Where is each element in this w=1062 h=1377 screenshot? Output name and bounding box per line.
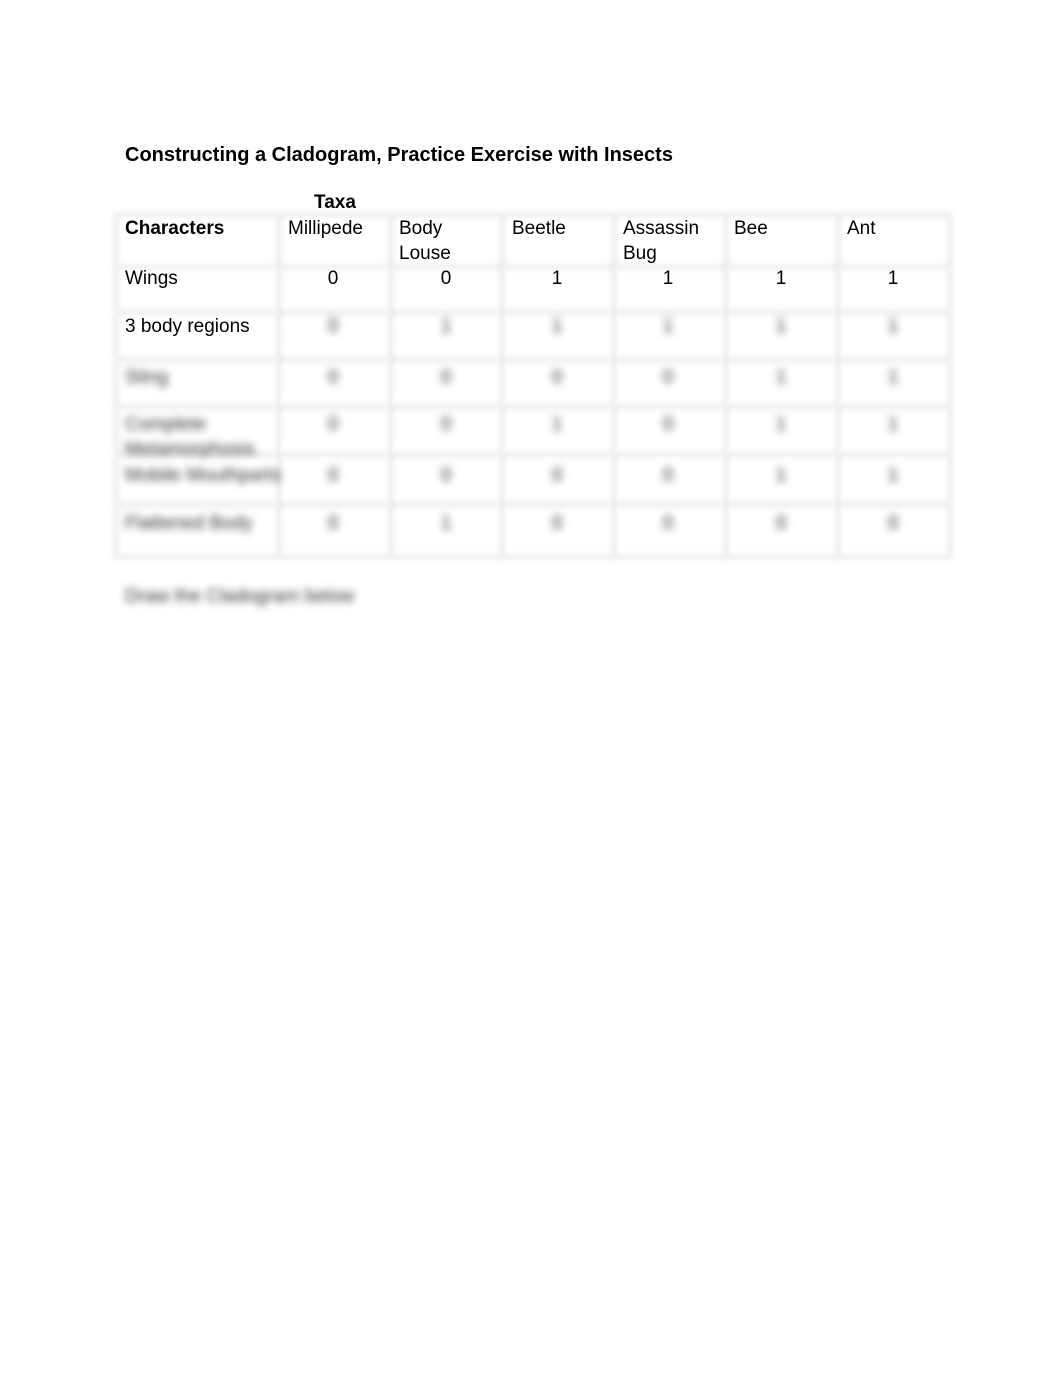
character-value: 1 (775, 414, 787, 435)
taxon-header: Body Louse (399, 218, 451, 264)
character-value: 1 (551, 316, 563, 337)
character-table (114, 212, 952, 560)
character-value: 0 (440, 367, 452, 388)
character-value: 1 (662, 316, 674, 337)
character-label: Sting (125, 367, 169, 388)
character-value: 0 (551, 465, 563, 486)
character-value: 0 (775, 513, 787, 534)
character-value: 1 (887, 414, 899, 435)
character-value: 1 (887, 316, 899, 337)
character-value: 0 (551, 367, 563, 388)
character-label: Wings (125, 268, 178, 289)
character-value: 0 (887, 513, 899, 534)
character-label: Mobile Mouthparts (125, 465, 282, 486)
character-label: Complete Metamorphosis (125, 414, 255, 460)
taxon-header: Assassin Bug (623, 218, 700, 264)
character-value: 0 (440, 414, 452, 435)
character-label: Flattened Body (125, 513, 253, 534)
character-value: 1 (887, 268, 899, 289)
character-value: 0 (327, 316, 339, 337)
character-value: 1 (775, 268, 787, 289)
character-value: 1 (775, 465, 787, 486)
document-title: Constructing a Cladogram, Practice Exerc… (125, 144, 673, 166)
instruction-text: Draw the Cladogram below (125, 586, 355, 607)
character-value: 1 (551, 268, 563, 289)
character-value: 0 (662, 367, 674, 388)
taxon-header: Beetle (512, 218, 566, 239)
character-value: 0 (327, 513, 339, 534)
character-value: 0 (440, 465, 452, 486)
taxon-header: Millipede (288, 218, 363, 239)
character-label: 3 body regions (125, 316, 250, 337)
character-value: 1 (887, 465, 899, 486)
character-value: 1 (775, 367, 787, 388)
character-value: 0 (327, 414, 339, 435)
character-value: 0 (327, 465, 339, 486)
character-value: 1 (440, 316, 452, 337)
character-value: 0 (551, 513, 563, 534)
taxa-label: Taxa (314, 192, 356, 213)
character-value: 1 (551, 414, 563, 435)
taxon-header: Bee (734, 218, 768, 239)
character-value: 0 (327, 268, 339, 289)
character-value: 1 (662, 268, 674, 289)
character-value: 0 (662, 414, 674, 435)
character-value: 1 (440, 513, 452, 534)
character-value: 0 (662, 465, 674, 486)
character-value: 1 (775, 316, 787, 337)
character-value: 0 (440, 268, 452, 289)
character-value: 0 (327, 367, 339, 388)
character-value: 0 (662, 513, 674, 534)
table-grid (114, 212, 952, 560)
characters-header: Characters (125, 218, 225, 239)
taxon-header: Ant (847, 218, 876, 239)
character-value: 1 (887, 367, 899, 388)
